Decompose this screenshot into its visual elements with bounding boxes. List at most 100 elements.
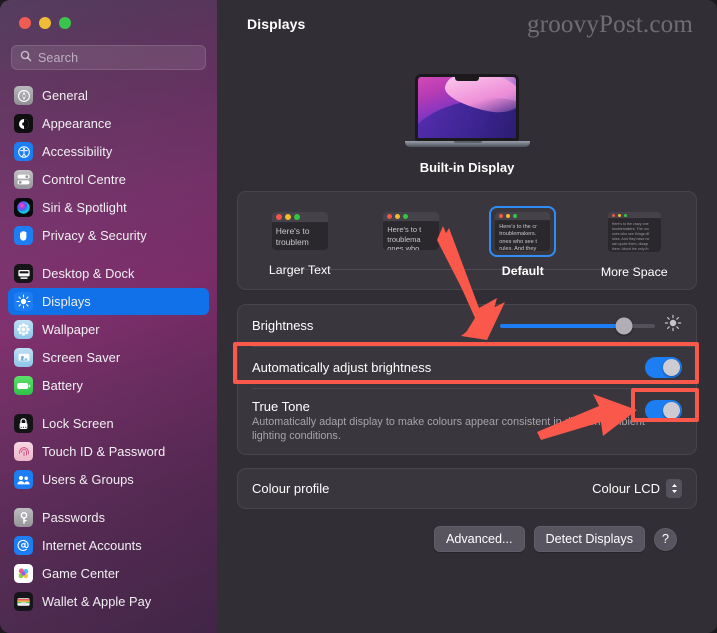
thumb-holder: Here's to the crazy one troublemakers. T… bbox=[602, 206, 667, 258]
thumb-holder: Here's to the cr troublemakers. ones who… bbox=[489, 206, 557, 257]
wallpaper-icon bbox=[14, 320, 33, 339]
sidebar-nav: General Appearance Accessibility Control… bbox=[0, 70, 217, 615]
sidebar: Search General Appearance Accessibility … bbox=[0, 0, 217, 633]
thumb-titlebar bbox=[383, 212, 440, 222]
resolution-thumbnail: Here's to troublem bbox=[270, 211, 329, 251]
toggle-thumb bbox=[663, 402, 680, 419]
sidebar-item-label: Control Centre bbox=[42, 172, 126, 187]
colour-profile-card: Colour profile Colour LCD bbox=[237, 468, 697, 509]
auto-brightness-row: Automatically adjust brightness bbox=[238, 347, 696, 388]
brightness-track[interactable] bbox=[500, 317, 655, 334]
brightness-row: Brightness bbox=[238, 305, 696, 346]
true-tone-description: Automatically adapt display to make colo… bbox=[252, 416, 645, 442]
displays-brightness-icon bbox=[14, 292, 33, 311]
resolution-option-larger-text[interactable]: Here's to troublem Larger Text bbox=[248, 206, 352, 277]
macbook-illustration bbox=[405, 74, 530, 147]
sidebar-item-label: Screen Saver bbox=[42, 350, 121, 365]
help-button[interactable]: ? bbox=[654, 527, 677, 551]
users-groups-icon bbox=[14, 470, 33, 489]
sidebar-item-touch-id[interactable]: Touch ID & Password bbox=[8, 438, 209, 465]
main-header: Displays groovyPost.com bbox=[217, 0, 717, 48]
brightness-card: Brightness Automatically adjust brightne… bbox=[237, 304, 697, 455]
sidebar-item-lock-screen[interactable]: Lock Screen bbox=[8, 410, 209, 437]
sidebar-item-label: Lock Screen bbox=[42, 416, 114, 431]
appearance-icon bbox=[14, 114, 33, 133]
laptop-base bbox=[405, 141, 530, 147]
sidebar-item-wallet-apple-pay[interactable]: Wallet & Apple Pay bbox=[8, 588, 209, 615]
sidebar-item-control-centre[interactable]: Control Centre bbox=[8, 166, 209, 193]
sidebar-item-displays[interactable]: Displays bbox=[8, 288, 209, 315]
resolution-option-default[interactable]: Here's to the cr troublemakers. ones who… bbox=[471, 206, 575, 278]
resolution-thumbnail: Here's to the crazy one troublemakers. T… bbox=[606, 211, 662, 253]
detect-displays-button[interactable]: Detect Displays bbox=[533, 526, 645, 552]
sidebar-item-label: Privacy & Security bbox=[42, 228, 147, 243]
siri-icon bbox=[14, 198, 33, 217]
sidebar-item-siri-spotlight[interactable]: Siri & Spotlight bbox=[8, 194, 209, 221]
brightness-slider[interactable] bbox=[476, 314, 682, 337]
minimize-button[interactable] bbox=[39, 17, 51, 29]
brightness-knob[interactable] bbox=[615, 317, 633, 334]
thumb-titlebar bbox=[271, 212, 328, 223]
true-tone-toggle[interactable] bbox=[645, 400, 682, 421]
advanced-button[interactable]: Advanced... bbox=[433, 526, 525, 552]
sidebar-item-label: General bbox=[42, 88, 88, 103]
thumb-line: troublema bbox=[387, 234, 421, 244]
thumb-holder: Here's to troublem bbox=[266, 206, 334, 256]
sidebar-item-label: Game Center bbox=[42, 566, 120, 581]
search-input[interactable]: Search bbox=[11, 45, 206, 70]
watermark: groovyPost.com bbox=[527, 11, 693, 38]
sidebar-item-accessibility[interactable]: Accessibility bbox=[8, 138, 209, 165]
laptop-screen bbox=[415, 74, 519, 141]
sidebar-item-label: Siri & Spotlight bbox=[42, 200, 127, 215]
maximize-button[interactable] bbox=[59, 17, 71, 29]
battery-icon bbox=[14, 376, 33, 395]
privacy-hand-icon bbox=[14, 226, 33, 245]
sidebar-item-privacy-security[interactable]: Privacy & Security bbox=[8, 222, 209, 249]
colour-profile-value: Colour LCD bbox=[592, 481, 660, 496]
thumb-line: ones who see t bbox=[499, 238, 537, 245]
sidebar-item-label: Battery bbox=[42, 378, 83, 393]
notch bbox=[455, 77, 479, 81]
true-tone-row: True Tone Automatically adapt display to… bbox=[238, 389, 696, 454]
sidebar-item-label: Passwords bbox=[42, 510, 106, 525]
thumb-text: Here's to troublem bbox=[272, 223, 328, 250]
sidebar-group-3: Lock Screen Touch ID & Password Users & … bbox=[8, 410, 209, 493]
sidebar-item-desktop-dock[interactable]: Desktop & Dock bbox=[8, 260, 209, 287]
sidebar-item-passwords[interactable]: Passwords bbox=[8, 504, 209, 531]
thumb-line: ones who bbox=[387, 244, 420, 250]
sidebar-item-users-groups[interactable]: Users & Groups bbox=[8, 466, 209, 493]
system-settings-window: Search General Appearance Accessibility … bbox=[0, 0, 717, 633]
sidebar-item-battery[interactable]: Battery bbox=[8, 372, 209, 399]
search-placeholder: Search bbox=[38, 50, 79, 65]
footer-buttons: Advanced... Detect Displays ? bbox=[237, 509, 697, 552]
wallet-icon bbox=[14, 592, 33, 611]
display-name: Built-in Display bbox=[419, 160, 515, 175]
colour-profile-dropdown[interactable]: Colour LCD bbox=[592, 479, 682, 498]
sidebar-item-label: Accessibility bbox=[42, 144, 113, 159]
resolution-option-2[interactable]: Here's to t troublema ones who bbox=[359, 206, 463, 263]
search-icon bbox=[20, 49, 32, 67]
thumb-text: Here's to the crazy one troublemakers. T… bbox=[608, 219, 661, 252]
thumb-line: Here's to bbox=[275, 226, 310, 236]
sidebar-item-screen-saver[interactable]: Screen Saver bbox=[8, 344, 209, 371]
brightness-low-icon bbox=[476, 316, 491, 336]
sidebar-item-internet-accounts[interactable]: Internet Accounts bbox=[8, 532, 209, 559]
sidebar-item-label: Displays bbox=[42, 294, 91, 309]
sidebar-group-1: General Appearance Accessibility Control… bbox=[8, 82, 209, 249]
sidebar-item-wallpaper[interactable]: Wallpaper bbox=[8, 316, 209, 343]
at-sign-icon bbox=[14, 536, 33, 555]
auto-brightness-toggle[interactable] bbox=[645, 357, 682, 378]
sidebar-item-game-center[interactable]: Game Center bbox=[8, 560, 209, 587]
sidebar-item-label: Users & Groups bbox=[42, 472, 134, 487]
thumb-text: Here's to the cr troublemakers. ones who… bbox=[495, 221, 550, 251]
close-button[interactable] bbox=[19, 17, 31, 29]
sidebar-item-appearance[interactable]: Appearance bbox=[8, 110, 209, 137]
resolution-divider bbox=[298, 269, 636, 270]
desktop-dock-icon bbox=[14, 264, 33, 283]
chevron-up-down-icon[interactable] bbox=[666, 479, 682, 498]
brightness-high-icon bbox=[664, 314, 682, 337]
thumb-titlebar bbox=[607, 212, 661, 219]
sidebar-item-general[interactable]: General bbox=[8, 82, 209, 109]
control-centre-icon bbox=[14, 170, 33, 189]
thumb-line: Here's to t bbox=[387, 225, 422, 234]
